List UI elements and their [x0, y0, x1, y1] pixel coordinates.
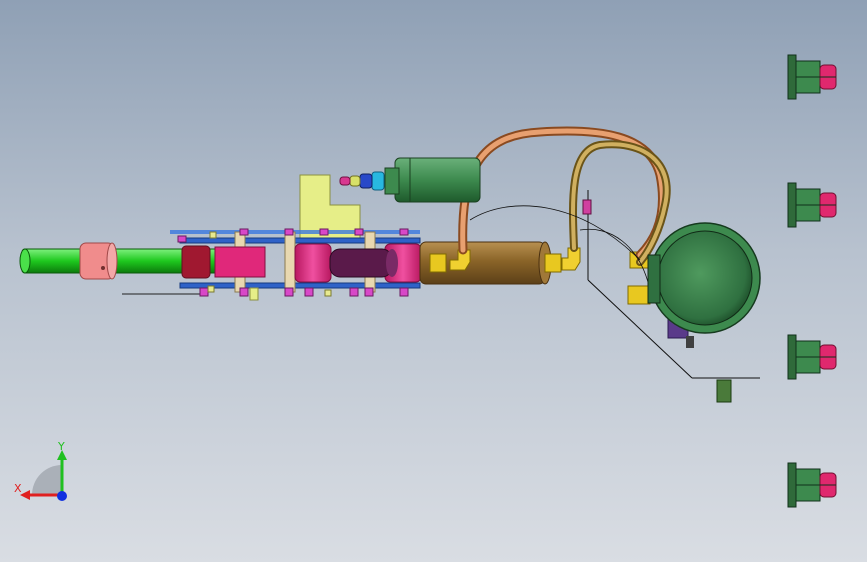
red-sleeve[interactable] [181, 245, 211, 279]
y-axis-label: Y [57, 440, 65, 453]
castor-wheel-3[interactable] [787, 334, 837, 380]
castor-wheel-4[interactable] [787, 462, 837, 508]
castor-wheel-1[interactable] [787, 54, 837, 100]
x-axis-label: X [14, 482, 22, 495]
cylinder-motor[interactable] [339, 157, 481, 203]
assembly-model[interactable] [0, 0, 867, 562]
pink-rollers[interactable] [214, 243, 422, 283]
drum-motor[interactable] [647, 222, 761, 348]
shaft-collar[interactable] [79, 242, 118, 280]
cad-viewport[interactable]: Y X [0, 0, 867, 562]
castor-wheel-2[interactable] [787, 182, 837, 228]
coordinate-triad-icon: Y X [14, 440, 67, 501]
